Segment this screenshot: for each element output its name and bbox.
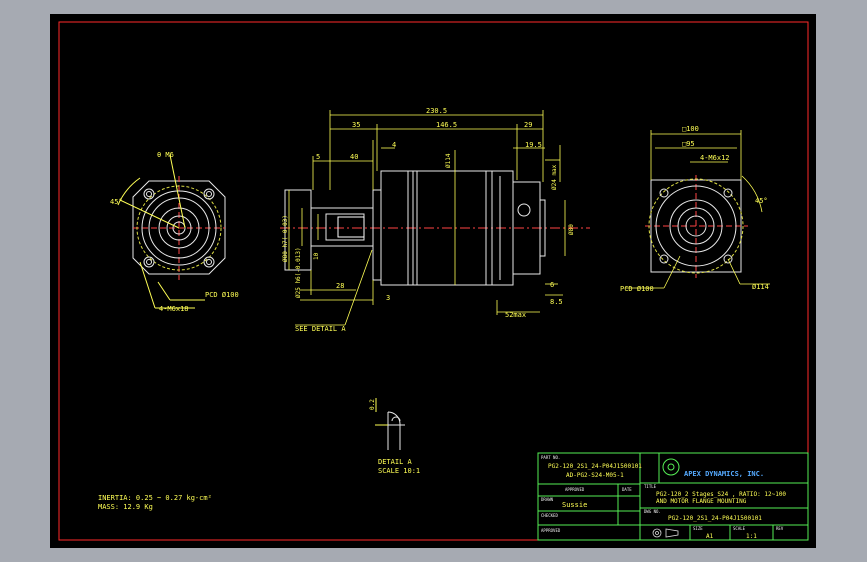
dim-25: Ø25 h6(-0.013) bbox=[295, 247, 302, 298]
tb-company: APEX DYNAMICS, INC. bbox=[684, 470, 764, 478]
dim-52: 52max bbox=[505, 311, 526, 319]
tb-scale-label: SCALE bbox=[733, 526, 746, 531]
dim-left-m6: θ M6 bbox=[157, 151, 174, 159]
dim-80: Ø80 bbox=[568, 224, 575, 235]
dim-10: 10 bbox=[313, 252, 320, 260]
dim-right-114: Ø114 bbox=[752, 283, 769, 291]
tb-rev-label: REV bbox=[776, 526, 784, 531]
dim-3: 3 bbox=[386, 294, 390, 302]
dim-35: 35 bbox=[352, 121, 360, 129]
dim-overall-length: 230.5 bbox=[426, 107, 447, 115]
tb-scale: 1:1 bbox=[746, 533, 757, 540]
dim-left-pcd: PCD Ø100 bbox=[205, 291, 239, 299]
dim-114: Ø114 bbox=[445, 153, 452, 168]
dim-8-5: 8.5 bbox=[550, 298, 563, 306]
dim-24: Ø24 max bbox=[551, 164, 558, 190]
dim-146: 146.5 bbox=[436, 121, 457, 129]
dim-29: 29 bbox=[524, 121, 532, 129]
tb-part-no-label: PART NO. bbox=[541, 455, 560, 460]
note-inertia: INERTIA: 0.25 ~ 0.27 kg-cm² bbox=[98, 494, 212, 502]
dim-19-5: 19.5 bbox=[525, 141, 542, 149]
tb-title-1: PG2-120_2 Stages_S24 , RATIO: 12~100 bbox=[656, 491, 786, 498]
dim-6: 6 bbox=[550, 281, 554, 289]
dim-80h7: Ø80 h7(-0.03) bbox=[282, 215, 289, 262]
note-mass: MASS: 12.9 Kg bbox=[98, 503, 153, 511]
tb-approved-label: APPROVED bbox=[565, 487, 585, 492]
dim-left-45: 45° bbox=[110, 198, 123, 206]
tb-part-no-2: AD-PG2-S24-M05-1 bbox=[566, 472, 624, 479]
tb-part-no-1: PG2-120_2S1_24-P04J1500101 bbox=[548, 463, 642, 470]
dim-28: 28 bbox=[336, 282, 344, 290]
tb-title-label: TITLE bbox=[644, 484, 657, 489]
dim-right-sq: □100 bbox=[682, 125, 699, 133]
dim-right-sq2: □95 bbox=[682, 140, 695, 148]
dim-right-pcd: PCD Ø100 bbox=[620, 285, 654, 293]
tb-size-label: SIZE bbox=[693, 526, 703, 531]
dim-left-holes: 4-M6x18 bbox=[159, 305, 189, 313]
tb-size: A1 bbox=[706, 533, 714, 540]
detail-dim: 0.2 bbox=[369, 399, 376, 410]
tb-date-label: DATE bbox=[622, 487, 632, 492]
detail-title: DETAIL A bbox=[378, 458, 413, 466]
dim-5: 5 bbox=[316, 153, 320, 161]
dim-right-holes: 4-M6x12 bbox=[700, 154, 730, 162]
tb-title-2: AND MOTOR FLANGE MOUNTING bbox=[656, 498, 747, 505]
tb-dwg-no-label: DWG NO. bbox=[644, 509, 661, 514]
detail-scale: SCALE 10:1 bbox=[378, 467, 420, 475]
tb-drawn-label: DRAWN bbox=[541, 497, 554, 502]
dim-40: 40 bbox=[350, 153, 358, 161]
tb-dwg-no: PG2-120_2S1_24-P04J1500101 bbox=[668, 515, 762, 522]
cad-drawing-canvas: θ M6 45° PCD Ø100 4-M6x18 230.5 35 146.5… bbox=[50, 14, 816, 548]
tb-checked-label: CHECKED bbox=[541, 513, 558, 518]
tb-drawn-by: Sussie bbox=[562, 501, 587, 509]
tb-approved2-label: APPROVED bbox=[541, 528, 561, 533]
drawing-background bbox=[50, 14, 816, 548]
dim-right-45: 45° bbox=[755, 197, 768, 205]
see-detail-label: SEE DETAIL A bbox=[295, 325, 346, 333]
dim-4: 4 bbox=[392, 141, 396, 149]
